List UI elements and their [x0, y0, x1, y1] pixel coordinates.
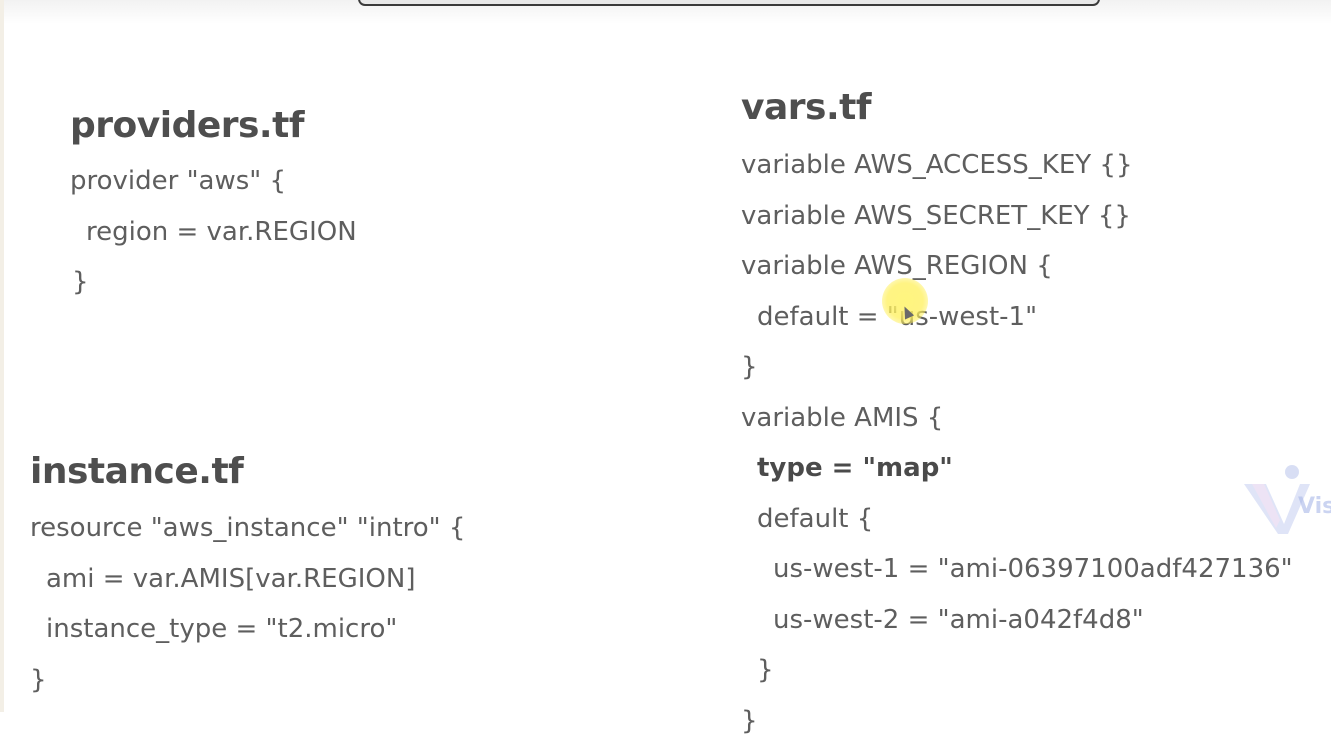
code-line: default {	[741, 494, 1293, 545]
vars-tf-title: vars.tf	[741, 88, 1293, 128]
code-line: variable AWS_REGION {	[741, 241, 1293, 292]
code-line: variable AMIS {	[741, 393, 1293, 444]
code-line: region = var.REGION	[70, 207, 357, 258]
code-line: variable AWS_ACCESS_KEY {}	[741, 140, 1293, 191]
code-line: }	[30, 655, 465, 706]
code-line: }	[741, 645, 1293, 696]
code-line: variable AWS_SECRET_KEY {}	[741, 191, 1293, 242]
instance-tf-block: instance.tf resource "aws_instance" "int…	[30, 452, 465, 705]
presentation-toolbar[interactable]	[358, 0, 1100, 6]
instance-tf-code: resource "aws_instance" "intro" { ami = …	[30, 503, 465, 705]
providers-tf-block: providers.tf provider "aws" { region = v…	[70, 106, 357, 308]
code-line: }	[741, 696, 1293, 746]
code-line: us-west-2 = "ami-a042f4d8"	[741, 595, 1293, 646]
code-line: resource "aws_instance" "intro" {	[30, 503, 465, 554]
code-line: }	[741, 342, 1293, 393]
code-line: provider "aws" {	[70, 156, 357, 207]
providers-tf-title: providers.tf	[70, 106, 357, 146]
code-line: }	[70, 257, 357, 308]
code-line: ami = var.AMIS[var.REGION]	[30, 554, 465, 605]
instance-tf-title: instance.tf	[30, 452, 465, 492]
vars-tf-block: vars.tf variable AWS_ACCESS_KEY {} varia…	[741, 88, 1293, 746]
code-line: instance_type = "t2.micro"	[30, 604, 465, 655]
code-line: type = "map"	[741, 443, 1293, 494]
providers-tf-code: provider "aws" { region = var.REGION }	[70, 156, 357, 308]
left-edge-strip	[0, 0, 4, 712]
watermark-text: Vis	[1298, 494, 1331, 519]
code-line: us-west-1 = "ami-06397100adf427136"	[741, 544, 1293, 595]
vars-tf-code: variable AWS_ACCESS_KEY {} variable AWS_…	[741, 140, 1293, 746]
code-line: default = "us-west-1"	[741, 292, 1293, 343]
